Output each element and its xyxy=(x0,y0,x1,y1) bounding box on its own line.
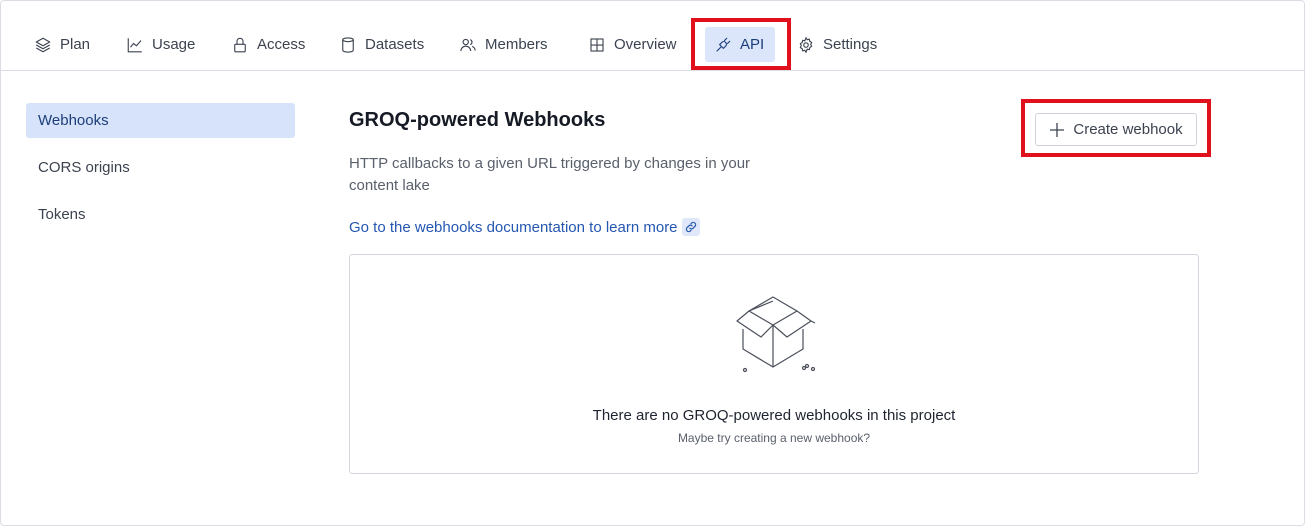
tab-label: Usage xyxy=(152,36,196,53)
create-webhook-button[interactable]: Create webhook xyxy=(1035,113,1197,146)
chart-line-icon xyxy=(127,37,142,52)
link-icon xyxy=(681,218,700,236)
top-tab-bar: Plan Usage Access Datasets Members Overv… xyxy=(0,0,1305,71)
empty-box-icon xyxy=(736,296,816,373)
plug-icon xyxy=(716,37,731,52)
empty-state-title: There are no GROQ-powered webhooks in th… xyxy=(592,407,956,424)
users-icon xyxy=(460,38,476,51)
lock-icon xyxy=(234,37,246,52)
tab-label: Access xyxy=(257,36,306,53)
sidebar-item-webhooks[interactable]: Webhooks xyxy=(26,103,295,138)
tab-label: Overview xyxy=(614,36,677,53)
layers-icon xyxy=(35,37,51,52)
tab-usage[interactable]: Usage xyxy=(117,27,204,62)
documentation-link[interactable]: Go to the webhooks documentation to lear… xyxy=(349,218,700,236)
tab-overview[interactable]: Overview xyxy=(579,27,686,62)
sidebar-item-label: Webhooks xyxy=(38,112,109,129)
gear-icon xyxy=(799,36,813,53)
tab-datasets[interactable]: Datasets xyxy=(330,27,433,62)
grid-icon xyxy=(590,37,604,52)
page-title: GROQ-powered Webhooks xyxy=(349,109,606,131)
tab-label: Plan xyxy=(60,36,91,53)
sidebar-item-cors-origins[interactable]: CORS origins xyxy=(26,150,295,185)
empty-state-subtitle: Maybe try creating a new webhook? xyxy=(677,431,871,445)
tab-plan[interactable]: Plan xyxy=(25,27,99,62)
database-icon xyxy=(342,36,354,53)
plus-icon xyxy=(1050,122,1065,137)
tab-api[interactable]: API xyxy=(705,27,775,62)
tab-label: Datasets xyxy=(365,36,425,53)
empty-state: There are no GROQ-powered webhooks in th… xyxy=(349,254,1199,474)
create-webhook-label: Create webhook xyxy=(1073,121,1183,138)
tab-label: Settings xyxy=(823,36,878,53)
tab-label: Members xyxy=(485,36,548,53)
tab-access[interactable]: Access xyxy=(222,27,314,62)
tab-members[interactable]: Members xyxy=(450,27,557,62)
sidebar-item-label: CORS origins xyxy=(38,159,130,176)
tab-label: API xyxy=(740,36,765,53)
page-description: HTTP callbacks to a given URL triggered … xyxy=(349,155,751,194)
sidebar-item-tokens[interactable]: Tokens xyxy=(26,197,295,232)
tab-settings[interactable]: Settings xyxy=(788,27,886,62)
documentation-link-text: Go to the webhooks documentation to lear… xyxy=(349,218,678,236)
sidebar-item-label: Tokens xyxy=(38,206,86,223)
